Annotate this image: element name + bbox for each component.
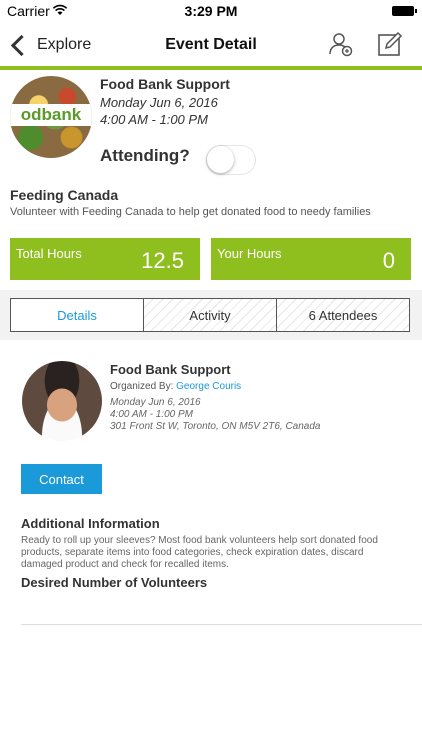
event-logo: odbank	[10, 76, 92, 158]
total-hours-value: 12.5	[141, 248, 184, 273]
contact-button[interactable]: Contact	[21, 464, 102, 494]
status-bar: Carrier 3:29 PM	[0, 0, 422, 22]
logo-wordmark: odbank	[10, 104, 92, 126]
status-time: 3:29 PM	[184, 3, 238, 19]
organizer-link[interactable]: George Couris	[176, 381, 241, 392]
organizer-avatar	[22, 361, 102, 441]
desired-volunteers-heading: Desired Number of Volunteers	[21, 575, 208, 590]
tab-attendees[interactable]: 6 Attendees	[276, 299, 409, 331]
toggle-knob	[207, 146, 234, 173]
organization-description: Volunteer with Feeding Canada to help ge…	[10, 206, 371, 218]
segmented-tabs: Details Activity 6 Attendees	[10, 298, 410, 332]
details-time: 4:00 AM - 1:00 PM	[110, 409, 193, 420]
add-user-icon[interactable]	[327, 30, 355, 58]
total-hours-label: Total Hours	[16, 246, 82, 261]
event-title: Food Bank Support	[100, 76, 230, 92]
details-title: Food Bank Support	[110, 362, 231, 377]
page-title: Event Detail	[165, 36, 257, 53]
event-date: Monday Jun 6, 2016	[100, 95, 218, 110]
details-date: Monday Jun 6, 2016	[110, 397, 201, 408]
battery-icon	[392, 6, 417, 16]
organized-by: Organized By: George Couris	[110, 381, 241, 392]
your-hours-box: Your Hours 0	[211, 238, 411, 280]
additional-info-body: Ready to roll up your sleeves? Most food…	[21, 535, 378, 570]
edit-icon[interactable]	[376, 30, 404, 58]
tab-details[interactable]: Details	[11, 299, 143, 331]
your-hours-value: 0	[382, 248, 395, 273]
organized-by-label: Organized By:	[110, 381, 174, 392]
your-hours-label: Your Hours	[217, 246, 282, 261]
event-time: 4:00 AM - 1:00 PM	[100, 112, 208, 127]
navigation-bar: Explore Event Detail	[0, 22, 422, 66]
total-hours-box: Total Hours 12.5	[10, 238, 200, 280]
section-divider	[21, 624, 422, 625]
attending-label: Attending?	[100, 146, 190, 165]
attending-toggle[interactable]	[206, 145, 256, 175]
header-divider	[0, 66, 422, 70]
details-address: 301 Front St W, Toronto, ON M5V 2T6, Can…	[110, 421, 321, 432]
tab-activity[interactable]: Activity	[143, 299, 276, 331]
additional-info-heading: Additional Information	[21, 516, 160, 531]
organization-name: Feeding Canada	[10, 187, 119, 203]
